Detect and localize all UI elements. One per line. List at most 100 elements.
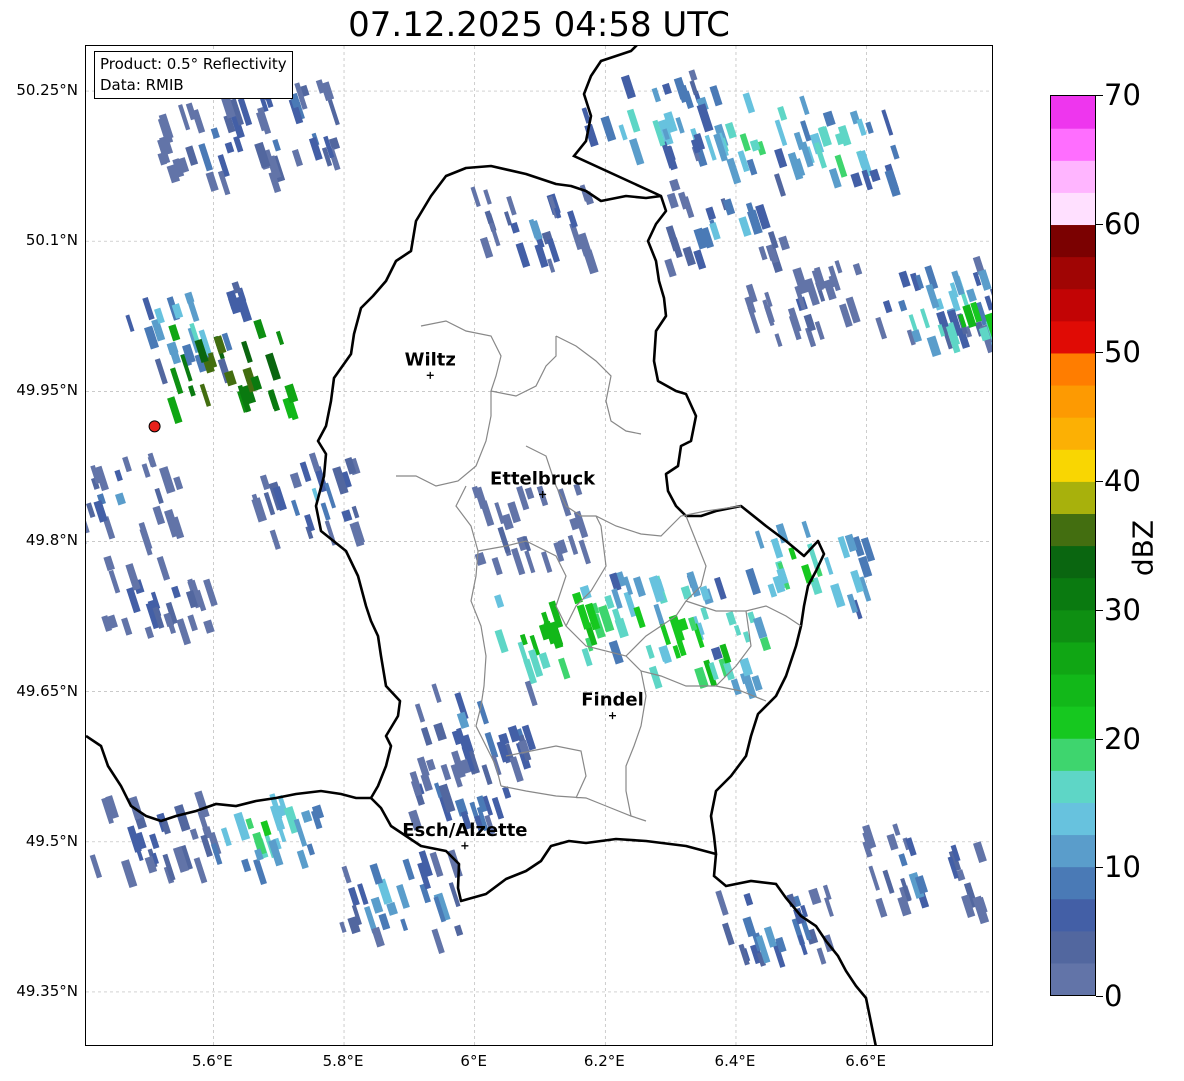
echo-cell [157,102,282,196]
echo-streak [890,144,900,160]
echo-streak [93,499,108,523]
echo-streak [348,886,360,907]
echo-streak [497,526,511,554]
echo-streak [414,703,426,723]
echo-streak [633,606,646,629]
radar-map: Wiltz Ettelbruck Findel Esch/Alzette [85,45,993,1046]
echo-streak [491,557,503,576]
echo-streak [688,69,698,82]
lon-tick-label: 5.6°E [191,1052,233,1070]
colorbar-segment [1051,577,1095,611]
colorbar-tick-label: 20 [1104,721,1141,756]
echo-streak [198,143,214,172]
colorbar-label: dBZ [1126,519,1160,577]
echo-streak [869,168,881,183]
colorbar-segment [1051,352,1095,386]
colorbar-tick-mark [1096,223,1103,225]
echo-streak [675,116,685,134]
city-findel: Findel [581,690,644,720]
echo-streak [814,321,825,340]
echo-streak [144,626,155,639]
echo-streak [233,135,244,153]
echo-streak [898,299,908,312]
colorbar-segment [1051,513,1095,547]
echo-streak [420,726,433,746]
echo-streak [141,463,151,478]
echo-streak [799,95,810,116]
lat-tick-label: 50.1°N [25,231,78,250]
echo-streak [402,858,415,881]
colorbar-tick-label: 50 [1104,335,1141,370]
echo-cell [414,680,538,776]
echo-streak [115,492,126,506]
echo-streak [494,594,505,609]
echo-streak [308,452,321,473]
echo-streak [253,858,267,886]
echo-streak [583,249,599,275]
echo-streak [479,236,494,259]
echo-streak [881,109,894,136]
echo-streak [739,657,753,677]
echo-streak [122,456,132,473]
echo-streak [700,606,710,621]
reflectivity-echoes [86,69,992,968]
echo-streak [834,260,843,274]
echo-streak [758,245,768,261]
echo-streak [259,474,271,491]
echo-streak [984,295,992,311]
echo-streak [149,833,160,850]
colorbar-tick-label: 10 [1104,850,1141,885]
echo-streak [926,335,942,358]
lat-tick-label: 49.95°N [16,381,78,400]
colorbar-segment [1051,706,1095,739]
echo-streak [666,192,679,209]
colorbar-segment [1051,738,1095,771]
echo-streak [709,85,723,107]
echo-streak [341,865,352,884]
echo-streak [920,308,931,329]
colorbar-segment [1051,160,1095,193]
radar-site-marker [148,420,161,433]
echo-streak [125,563,141,591]
echo-streak [733,624,742,636]
echo-streak [308,136,323,161]
echo-streak [510,221,520,234]
colorbar-tick-mark [1096,352,1103,354]
echo-cell [664,178,790,278]
colorbar-segment [1051,384,1095,418]
echo-streak [725,611,737,626]
echo-streak [220,827,232,847]
echo-streak [272,138,281,152]
data-source-label: Data: RMIB [100,76,184,94]
colorbar-segment [1051,930,1095,964]
lon-tick-label: 5.8°E [322,1052,364,1070]
echo-streak [121,617,133,636]
dbz-colorbar [1050,95,1096,996]
echo-streak [194,790,210,819]
colorbar-segment [1051,288,1095,322]
echo-streak [108,569,121,594]
echo-streak [808,887,822,906]
echo-streak [882,300,893,314]
echo-cell [86,452,185,556]
echo-streak [629,138,645,166]
colorbar-tick-mark [1096,738,1103,740]
product-label: Product: 0.5° Reflectivity [100,55,287,73]
echo-cell [167,318,299,424]
colorbar-segment [1051,224,1095,258]
echo-streak [822,110,836,127]
echo-streak [296,849,309,870]
lat-tick-label: 49.5°N [25,831,78,850]
echo-streak [852,263,863,276]
echo-streak [267,389,281,412]
colorbar-segment [1051,128,1095,161]
echo-streak [431,928,445,954]
echo-streak [125,314,135,332]
echo-streak [541,551,553,573]
echo-streak [191,109,206,134]
echo-streak [724,122,737,139]
echo-streak [400,918,409,932]
echo-streak [663,145,678,171]
echo-streak [856,118,867,136]
echo-streak [875,316,888,340]
